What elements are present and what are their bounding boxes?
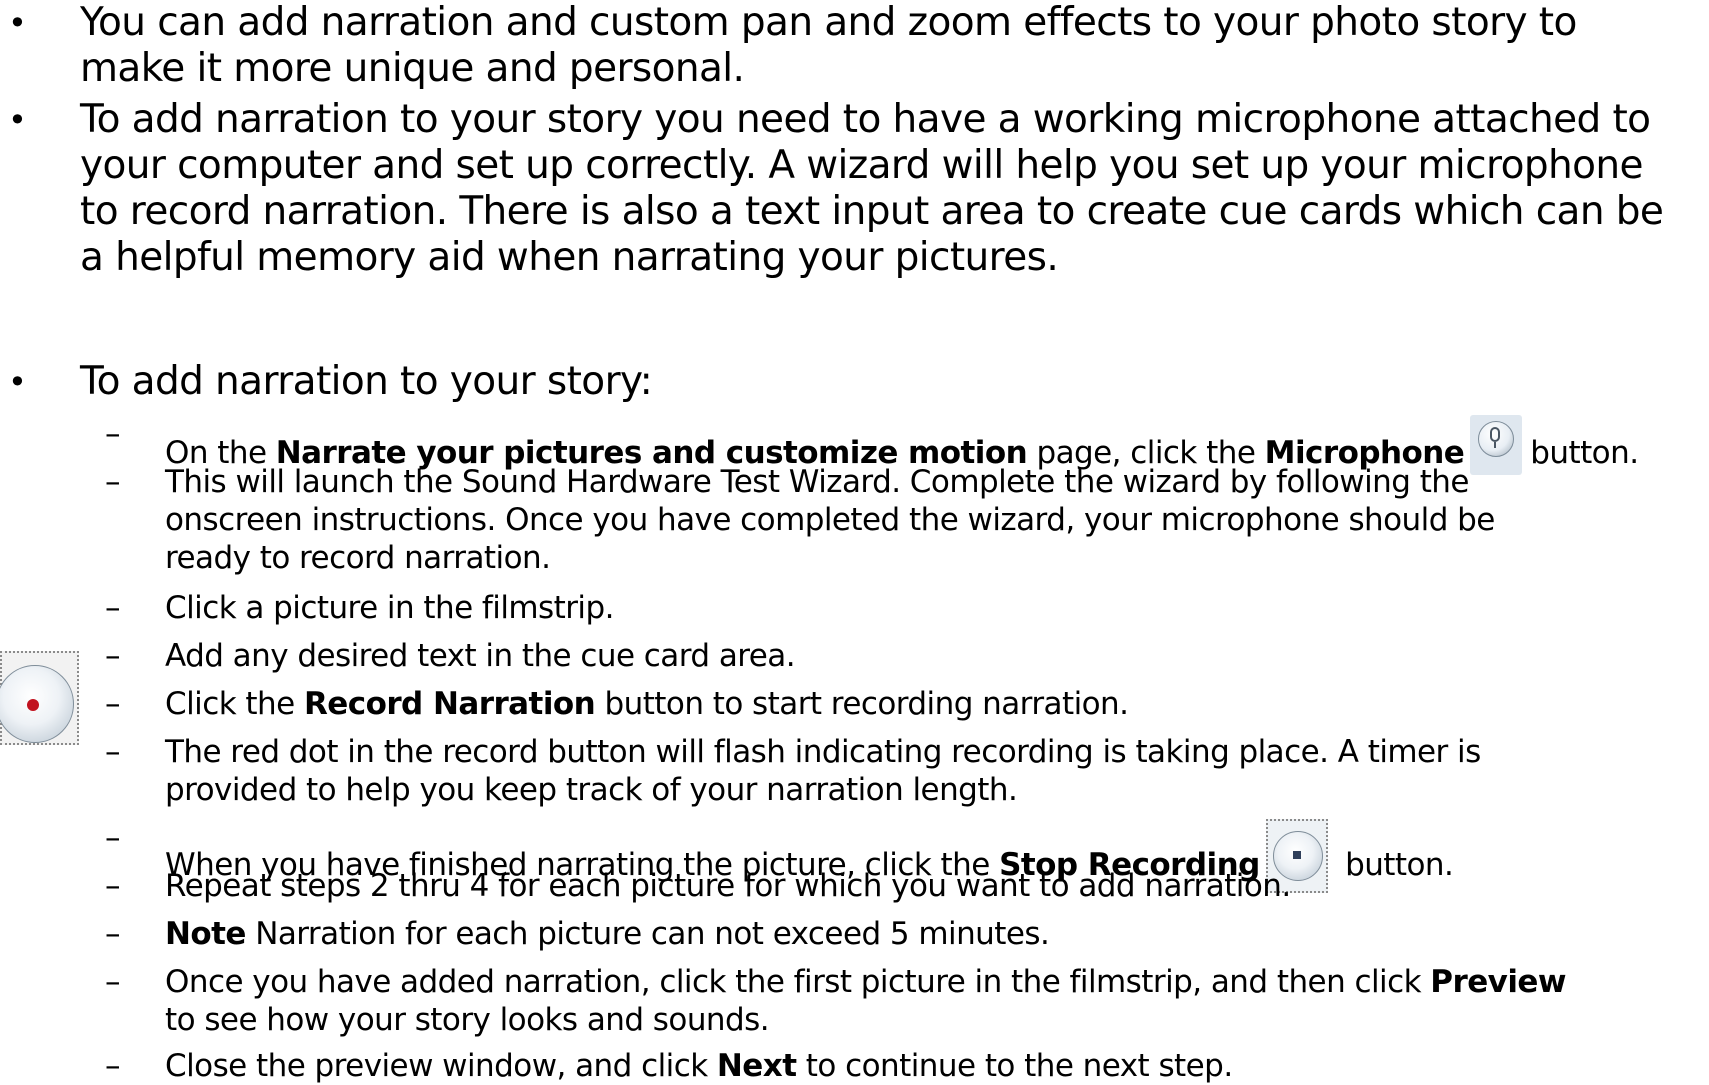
dash-symbol: – <box>105 868 121 904</box>
dash-symbol: – <box>105 686 121 722</box>
dash-symbol: – <box>105 916 121 952</box>
step-2-text: This will launch the Sound Hardware Test… <box>165 464 1495 576</box>
bullet-text-2: To add narration to your story you need … <box>80 97 1664 280</box>
step-text: Close the preview window, and click <box>165 1048 717 1084</box>
dash-symbol: – <box>105 590 121 626</box>
step-bold: Next <box>716 1048 797 1084</box>
step-text: to continue to the next step. <box>796 1048 1233 1084</box>
step-text: Once you have added narration, click the… <box>165 964 1431 1000</box>
slide: • You can add narration and custom pan a… <box>0 0 1709 1085</box>
dash-symbol: – <box>105 416 121 452</box>
step-bold: Preview <box>1430 964 1566 1000</box>
step-bold: Note <box>165 916 246 952</box>
dash-symbol: – <box>105 734 121 770</box>
dash-symbol: – <box>105 638 121 674</box>
step-text: Narration for each picture can not excee… <box>245 916 1050 952</box>
step-9-text: Note Narration for each picture can not … <box>165 915 1705 953</box>
step-text: button to start recording narration. <box>595 686 1129 722</box>
step-3-text: Click a picture in the filmstrip. <box>165 590 614 626</box>
step-11-text: Close the preview window, and click Next… <box>165 1047 1705 1085</box>
step-text: to see how your story looks and sounds. <box>165 1002 770 1038</box>
dash-symbol: – <box>105 820 121 856</box>
step-5-text: Click the Record Narration button to sta… <box>165 685 1705 723</box>
step-bold: Record Narration <box>303 686 596 722</box>
step-8-text: Repeat steps 2 thru 4 for each picture f… <box>165 868 1291 904</box>
dash-symbol: – <box>105 1048 121 1084</box>
step-10-text: Once you have added narration, click the… <box>165 963 1705 1039</box>
bullet-symbol: • <box>8 363 27 401</box>
step-6-text: The red dot in the record button will fl… <box>165 734 1481 808</box>
bullet-symbol: • <box>8 101 27 139</box>
bullet-symbol: • <box>8 4 27 42</box>
dash-symbol: – <box>105 964 121 1000</box>
step-4-text: Add any desired text in the cue card are… <box>165 638 796 674</box>
record-narration-icon <box>0 651 79 745</box>
dash-symbol: – <box>105 464 121 500</box>
bullet-text-3: To add narration to your story: <box>80 359 653 404</box>
bullet-text-1: You can add narration and custom pan and… <box>80 0 1577 91</box>
step-text: Click the <box>165 686 304 722</box>
